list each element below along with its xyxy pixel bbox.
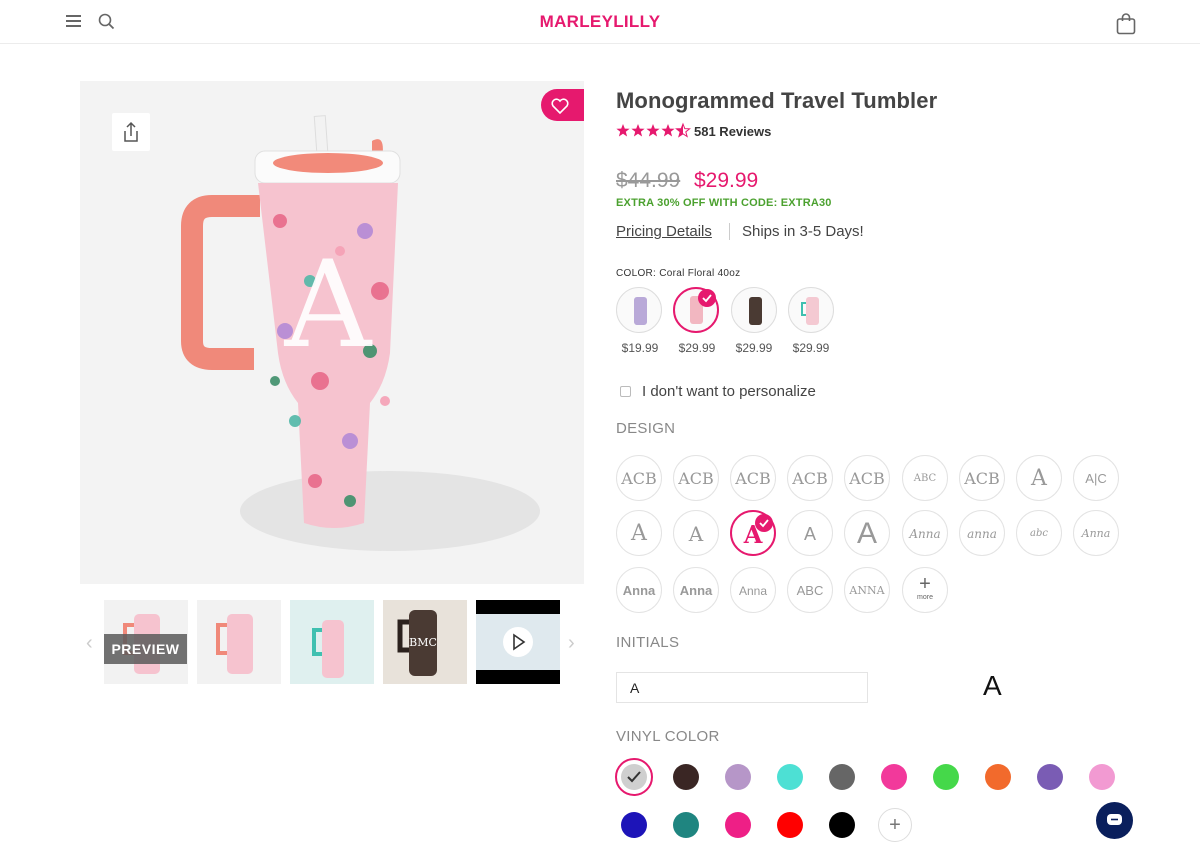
star-rating-icon bbox=[616, 123, 691, 137]
design-option[interactable]: A bbox=[673, 510, 719, 556]
design-option[interactable]: ANNA bbox=[844, 567, 890, 613]
design-option[interactable]: ACB bbox=[844, 455, 890, 501]
thumbnail-prev-icon[interactable]: ‹ bbox=[86, 632, 93, 655]
plus-icon: + bbox=[919, 573, 931, 595]
initials-preview: A bbox=[983, 670, 1002, 701]
vinyl-color-swatch[interactable] bbox=[673, 764, 699, 790]
design-option[interactable]: abc bbox=[1016, 510, 1062, 556]
design-option[interactable]: ACB bbox=[787, 455, 833, 501]
swatch-price-2: $29.99 bbox=[678, 341, 716, 355]
original-price: $44.99 bbox=[616, 169, 681, 192]
vinyl-color-swatch[interactable] bbox=[725, 812, 751, 838]
rating-stars[interactable] bbox=[616, 122, 692, 138]
vinyl-color-swatch[interactable] bbox=[1089, 764, 1115, 790]
vinyl-color-swatch[interactable] bbox=[829, 812, 855, 838]
promo-text: EXTRA 30% OFF WITH CODE: EXTRA30 bbox=[616, 197, 832, 209]
tumbler-illustration: A bbox=[181, 115, 540, 551]
reviews-link[interactable]: 581 Reviews bbox=[694, 124, 771, 139]
wishlist-button[interactable] bbox=[541, 89, 584, 121]
main-product-image[interactable]: A bbox=[80, 81, 584, 584]
chat-icon bbox=[1107, 814, 1122, 825]
design-option[interactable]: anna bbox=[959, 510, 1005, 556]
shipping-info: Ships in 3-5 Days! bbox=[742, 223, 864, 240]
sale-price: $29.99 bbox=[694, 169, 759, 192]
design-option[interactable]: A|C bbox=[1073, 455, 1119, 501]
share-icon bbox=[124, 121, 138, 142]
vinyl-color-swatch[interactable] bbox=[933, 764, 959, 790]
vinyl-color-swatch[interactable] bbox=[777, 764, 803, 790]
design-option[interactable]: A bbox=[787, 510, 833, 556]
top-navigation-bar: MARLEYLILLY bbox=[0, 0, 1200, 44]
initials-heading: INITIALS bbox=[616, 634, 680, 651]
selected-check-icon bbox=[698, 289, 716, 307]
preview-label: PREVIEW bbox=[104, 634, 187, 664]
divider bbox=[729, 223, 730, 240]
color-swatch-3[interactable] bbox=[731, 287, 777, 333]
vinyl-color-swatch[interactable] bbox=[621, 764, 647, 790]
design-option[interactable]: ACB bbox=[616, 455, 662, 501]
chat-button[interactable] bbox=[1096, 802, 1133, 839]
vinyl-color-swatch[interactable] bbox=[881, 764, 907, 790]
check-icon bbox=[627, 771, 641, 783]
thumbnail-2[interactable] bbox=[197, 600, 281, 684]
thumbnail-3[interactable] bbox=[290, 600, 374, 684]
design-option[interactable]: Anna bbox=[1073, 510, 1119, 556]
color-label: COLOR: Coral Floral 40oz bbox=[616, 268, 741, 279]
design-option[interactable]: ACB bbox=[959, 455, 1005, 501]
tumbler-monogram: A bbox=[284, 236, 373, 375]
design-option[interactable]: A bbox=[616, 510, 662, 556]
no-personalize-checkbox[interactable] bbox=[620, 386, 631, 397]
pricing-details-link[interactable]: Pricing Details bbox=[616, 223, 712, 240]
initials-input[interactable]: A bbox=[616, 672, 868, 703]
design-option[interactable]: A bbox=[1016, 455, 1062, 501]
design-more-label: more bbox=[917, 594, 933, 601]
design-option[interactable]: Anna bbox=[730, 567, 776, 613]
design-more-button[interactable]: + more bbox=[902, 567, 948, 613]
design-option[interactable]: Anna bbox=[616, 567, 662, 613]
design-option[interactable]: A bbox=[844, 510, 890, 556]
vinyl-color-swatch[interactable] bbox=[673, 812, 699, 838]
vinyl-color-swatch[interactable] bbox=[777, 812, 803, 838]
product-title: Monogrammed Travel Tumbler bbox=[616, 88, 938, 113]
vinyl-color-swatch[interactable] bbox=[621, 812, 647, 838]
thumbnail-next-icon[interactable]: › bbox=[568, 632, 575, 655]
design-option[interactable]: Anna bbox=[902, 510, 948, 556]
design-option[interactable]: ABC bbox=[787, 567, 833, 613]
swatch-price-4: $29.99 bbox=[792, 341, 830, 355]
vinyl-color-swatch[interactable] bbox=[829, 764, 855, 790]
heart-icon bbox=[551, 98, 569, 115]
design-option[interactable]: ACB bbox=[673, 455, 719, 501]
design-option[interactable]: ACB bbox=[730, 455, 776, 501]
design-check-icon bbox=[755, 514, 773, 532]
design-option[interactable]: Anna bbox=[673, 567, 719, 613]
color-swatch-4[interactable] bbox=[788, 287, 834, 333]
thumbnail-4-monogram: BMC bbox=[409, 636, 437, 649]
vinyl-color-heading: VINYL COLOR bbox=[616, 728, 720, 745]
site-logo[interactable]: MARLEYLILLY bbox=[0, 12, 1200, 32]
color-swatch-1[interactable] bbox=[616, 287, 662, 333]
vinyl-color-swatch[interactable] bbox=[725, 764, 751, 790]
thumbnail-4[interactable]: BMC bbox=[383, 600, 467, 684]
vinyl-color-swatch[interactable] bbox=[1037, 764, 1063, 790]
vinyl-color-swatch[interactable] bbox=[985, 764, 1011, 790]
thumbnail-video[interactable] bbox=[476, 600, 560, 684]
shopping-bag-icon[interactable] bbox=[1116, 13, 1136, 35]
share-button[interactable] bbox=[112, 113, 150, 151]
no-personalize-label[interactable]: I don't want to personalize bbox=[642, 383, 816, 400]
design-option[interactable]: ABC bbox=[902, 455, 948, 501]
swatch-price-1: $19.99 bbox=[621, 341, 659, 355]
vinyl-more-button[interactable]: + bbox=[878, 808, 912, 842]
swatch-price-3: $29.99 bbox=[735, 341, 773, 355]
design-heading: DESIGN bbox=[616, 420, 676, 437]
